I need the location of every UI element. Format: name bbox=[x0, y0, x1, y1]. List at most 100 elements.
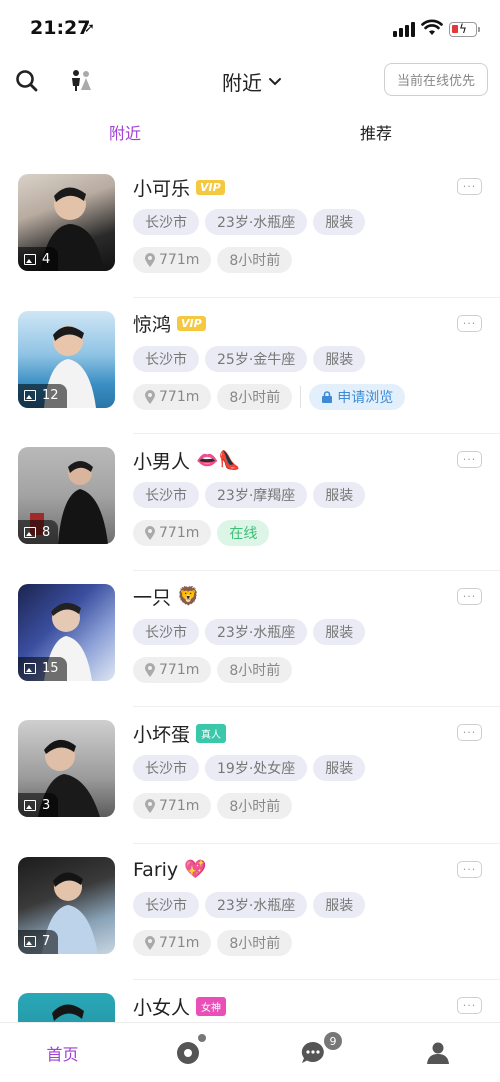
messages-badge: 9 bbox=[324, 1032, 342, 1050]
image-icon bbox=[24, 936, 36, 947]
image-icon bbox=[24, 526, 36, 538]
tab-discover[interactable] bbox=[125, 1023, 250, 1082]
image-icon bbox=[24, 253, 36, 265]
more-button[interactable]: ··· bbox=[457, 997, 482, 1014]
online-status-tag: 在线 bbox=[217, 520, 270, 546]
user-name: 小可乐 bbox=[133, 177, 191, 200]
avatar[interactable]: 12 bbox=[18, 310, 115, 408]
job-tag: 服装 bbox=[313, 209, 366, 235]
location-pin-icon bbox=[145, 253, 155, 267]
list-item[interactable]: 12 惊鸿 VIP ··· 长沙市 25岁·金牛座 服装 771m 8小时前 申… bbox=[0, 298, 500, 434]
gender-filter-icon[interactable] bbox=[68, 68, 94, 94]
user-name: Fariy bbox=[133, 858, 179, 881]
list-item[interactable]: 8 小男人 👄👠 ··· 长沙市 23岁·摩羯座 服装 771m 在线 bbox=[0, 434, 500, 571]
photo-count: 12 bbox=[18, 383, 67, 408]
tab-recommend[interactable]: 推荐 bbox=[360, 120, 392, 144]
user-name: 惊鸿 bbox=[133, 314, 172, 336]
job-tag: 服装 bbox=[313, 891, 366, 918]
image-icon bbox=[24, 663, 36, 674]
more-button[interactable]: ··· bbox=[457, 724, 482, 741]
app-screen: 21:27 ➚ ϟ 附近 当前在线优先 附近 推荐 4 小可乐 VIP ··· … bbox=[0, 0, 500, 1082]
last-seen-tag: 8小时前 bbox=[217, 656, 293, 683]
image-icon bbox=[24, 799, 36, 811]
chevron-down-icon bbox=[269, 77, 281, 85]
distance-tag: 771m bbox=[133, 247, 212, 273]
nav-title: 附近 bbox=[222, 71, 262, 95]
job-tag: 服装 bbox=[313, 345, 366, 372]
vip-badge: VIP bbox=[177, 316, 206, 331]
city-tag: 长沙市 bbox=[133, 891, 199, 918]
job-tag: 服装 bbox=[313, 755, 366, 781]
more-button[interactable]: ··· bbox=[457, 860, 482, 878]
city-tag: 长沙市 bbox=[133, 345, 199, 372]
status-time: 21:27 bbox=[30, 17, 91, 39]
search-icon[interactable] bbox=[14, 68, 40, 94]
more-button[interactable]: ··· bbox=[457, 587, 482, 605]
name-emoji: 🦁 bbox=[177, 586, 200, 607]
avatar[interactable]: 4 bbox=[18, 174, 115, 271]
job-tag: 服装 bbox=[313, 618, 366, 645]
discover-dot bbox=[198, 1034, 206, 1042]
more-button[interactable]: ··· bbox=[457, 314, 482, 332]
photo-count: 8 bbox=[18, 520, 59, 544]
tab-nearby[interactable]: 附近 bbox=[109, 120, 141, 144]
more-button[interactable]: ··· bbox=[457, 178, 482, 195]
tab-bar: 附近 推荐 bbox=[0, 112, 500, 152]
online-first-button[interactable]: 当前在线优先 bbox=[384, 63, 488, 96]
verified-real-badge: 真人 bbox=[196, 723, 227, 743]
age-sign-tag: 23岁·摩羯座 bbox=[205, 482, 308, 508]
goddess-badge: 女神 bbox=[196, 996, 227, 1016]
tag-separator bbox=[300, 385, 302, 408]
list-item[interactable]: 3 小坏蛋 真人 ··· 长沙市 19岁·处女座 服装 771m 8小时前 bbox=[0, 707, 500, 844]
last-seen-tag: 8小时前 bbox=[217, 383, 293, 410]
city-tag: 长沙市 bbox=[133, 482, 199, 508]
location-selector[interactable]: 附近 bbox=[222, 67, 282, 96]
photo-count: 7 bbox=[18, 929, 59, 954]
location-pin-icon bbox=[145, 935, 155, 950]
city-tag: 长沙市 bbox=[133, 755, 199, 781]
lock-icon bbox=[322, 390, 333, 403]
last-seen-tag: 8小时前 bbox=[217, 793, 293, 819]
avatar[interactable]: 8 bbox=[18, 447, 115, 544]
age-sign-tag: 23岁·水瓶座 bbox=[205, 209, 308, 235]
list-item[interactable]: 4 小可乐 VIP ··· 长沙市 23岁·水瓶座 服装 771m 8小时前 bbox=[0, 161, 500, 298]
tab-home[interactable]: 首页 bbox=[0, 1023, 125, 1082]
name-emoji: 👄👠 bbox=[196, 449, 241, 471]
more-button[interactable]: ··· bbox=[457, 451, 482, 468]
location-pin-icon bbox=[145, 389, 155, 404]
image-icon bbox=[24, 390, 36, 401]
chat-bubble-icon bbox=[301, 1041, 324, 1063]
photo-count: 3 bbox=[18, 793, 59, 817]
battery-cap bbox=[478, 27, 480, 32]
avatar[interactable]: 7 bbox=[18, 856, 115, 954]
user-name: 小坏蛋 bbox=[133, 723, 191, 746]
photo-count: 15 bbox=[18, 656, 67, 681]
age-sign-tag: 23岁·水瓶座 bbox=[205, 618, 308, 645]
distance-tag: 771m bbox=[133, 520, 212, 546]
avatar[interactable]: 3 bbox=[18, 720, 115, 817]
photo-count: 4 bbox=[18, 247, 59, 271]
distance-tag: 771m bbox=[133, 929, 212, 956]
distance-tag: 771m bbox=[133, 656, 212, 683]
user-name: 小男人 bbox=[133, 450, 191, 473]
distance-tag: 771m bbox=[133, 793, 212, 819]
job-tag: 服装 bbox=[313, 482, 366, 508]
user-list: 4 小可乐 VIP ··· 长沙市 23岁·水瓶座 服装 771m 8小时前 1… bbox=[0, 161, 500, 1082]
age-sign-tag: 23岁·水瓶座 bbox=[205, 891, 308, 918]
tab-messages[interactable]: 9 bbox=[250, 1023, 375, 1082]
age-sign-tag: 25岁·金牛座 bbox=[205, 345, 308, 372]
list-item[interactable]: 15 一只 🦁 ··· 长沙市 23岁·水瓶座 服装 771m 8小时前 bbox=[0, 571, 500, 707]
discover-icon bbox=[176, 1042, 199, 1064]
person-icon bbox=[426, 1042, 449, 1064]
status-bar: 21:27 ➚ ϟ bbox=[0, 0, 500, 58]
last-seen-tag: 8小时前 bbox=[217, 929, 293, 956]
bottom-tab-bar: 首页 9 bbox=[0, 1022, 500, 1082]
avatar[interactable]: 15 bbox=[18, 583, 115, 681]
location-pin-icon bbox=[145, 662, 155, 677]
request-view-button[interactable]: 申请浏览 bbox=[309, 383, 406, 410]
city-tag: 长沙市 bbox=[133, 209, 199, 235]
list-item[interactable]: 7 Fariy 💖 ··· 长沙市 23岁·水瓶座 服装 771m 8小时前 bbox=[0, 844, 500, 980]
tab-profile[interactable] bbox=[375, 1023, 500, 1082]
wifi-icon bbox=[421, 19, 443, 35]
city-tag: 长沙市 bbox=[133, 618, 199, 645]
